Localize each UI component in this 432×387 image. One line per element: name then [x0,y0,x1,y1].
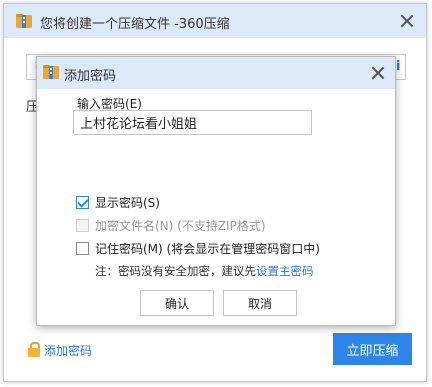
encrypt-filename-option[interactable]: 加密文件名(N) (不支持ZIP格式) [76,217,266,234]
password-input[interactable] [73,110,312,135]
dialog-close-icon[interactable] [371,66,385,80]
dialog-title: 添加密码 [64,69,117,84]
add-password-label: 添加密码 [44,344,93,358]
window-titlebar: 您将创建一个压缩文件 -360压缩 [4,4,426,38]
add-password-dialog: 添加密码 输入密码(E) 显示密码(S) 加密文件名(N) (不支持ZIP格式)… [36,56,396,326]
remember-password-option[interactable]: 记住密码(M) (将会显示在管理密码窗口中) [76,240,320,257]
security-note: 注：密码没有安全加密，建议先设置主密码 [95,263,314,279]
lock-icon [28,341,40,358]
encrypt-filename-checkbox[interactable] [76,219,89,232]
set-master-password-link[interactable]: 设置主密码 [256,264,314,278]
dialog-titlebar: 添加密码 [37,57,395,89]
security-note-text: 注：密码没有安全加密，建议先 [95,264,256,278]
compress-now-button[interactable]: 立即压缩 [333,333,412,365]
cancel-button[interactable]: 取消 [223,290,297,316]
remember-password-label: 记住密码(M) (将会显示在管理密码窗口中) [95,242,320,256]
archive-app-icon [16,14,32,28]
show-password-label: 显示密码(S) [95,196,160,210]
window-close-icon[interactable] [400,14,414,28]
add-password-link[interactable]: 添加密码 [28,341,93,359]
confirm-button[interactable]: 确认 [140,290,214,316]
remember-password-checkbox[interactable] [76,242,89,255]
window-title: 您将创建一个压缩文件 -360压缩 [40,17,230,32]
encrypt-filename-label: 加密文件名(N) (不支持ZIP格式) [95,219,266,233]
show-password-option[interactable]: 显示密码(S) [76,194,160,211]
archive-app-icon [43,65,59,79]
show-password-checkbox[interactable] [76,196,89,209]
